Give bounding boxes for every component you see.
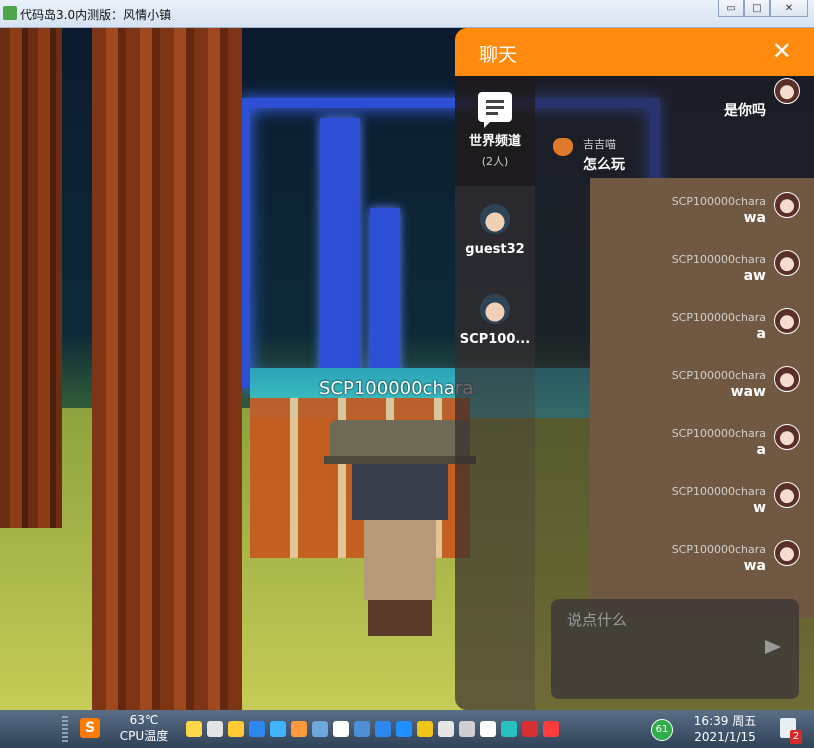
- message-text: 是你吗: [724, 103, 766, 119]
- minimize-button[interactable]: ▭: [718, 0, 744, 17]
- close-window-button[interactable]: ✕: [770, 0, 808, 17]
- window-controls: ▭ □ ✕: [718, 0, 808, 17]
- channel-name: guest32: [465, 242, 525, 257]
- tray-app-icon[interactable]: [354, 721, 370, 737]
- message-sender: SCP100000chara: [671, 485, 766, 498]
- chat-message-incoming: 吉吉喵 怎么玩: [553, 136, 625, 174]
- tree-trunk-center: [92, 28, 242, 710]
- message-sender: SCP100000chara: [671, 369, 766, 382]
- tray-app-icon[interactable]: [522, 721, 538, 737]
- tray-app-icon[interactable]: [207, 721, 223, 737]
- notification-count: 2: [790, 730, 802, 744]
- cage-pillar: [320, 118, 360, 388]
- message-text: waw: [730, 384, 766, 400]
- maximize-button[interactable]: □: [744, 0, 770, 17]
- message-avatar: [774, 424, 800, 450]
- fox-avatar-icon: [553, 138, 573, 156]
- message-sender: SCP100000chara: [671, 543, 766, 556]
- system-tray: [186, 721, 559, 737]
- chat-header: 聊天 ✕: [455, 28, 814, 76]
- chat-message: SCP100000chara a: [672, 427, 766, 458]
- chat-message: SCP100000chara wa: [672, 543, 766, 574]
- window-titlebar: 代码岛3.0内测版：风情小镇 ▭ □ ✕: [0, 0, 814, 28]
- message-text: w: [753, 500, 766, 516]
- player-character[interactable]: [324, 420, 476, 640]
- send-icon[interactable]: [765, 640, 781, 654]
- cpu-temp-widget[interactable]: 63℃ CPU温度: [118, 712, 170, 744]
- message-sender: SCP100000chara: [671, 311, 766, 324]
- channel-name: 世界频道: [468, 134, 521, 149]
- tray-app-icon[interactable]: [312, 721, 328, 737]
- chat-message: SCP100000chara waw: [672, 369, 766, 400]
- tray-app-icon[interactable]: [417, 721, 433, 737]
- clock-date: 2021/1/15: [694, 730, 756, 744]
- channel-scp100[interactable]: SCP100...: [455, 294, 535, 347]
- chat-message: SCP100000chara wa: [672, 195, 766, 226]
- message-avatar: [774, 540, 800, 566]
- player-hat-brim: [324, 456, 476, 464]
- chat-close-button[interactable]: ✕: [772, 36, 792, 66]
- avatar-icon: [480, 204, 510, 234]
- chat-bubble-icon: [478, 92, 512, 128]
- message-sender: SCP100000chara: [671, 195, 766, 208]
- tray-app-icon[interactable]: [270, 721, 286, 737]
- chat-message: SCP100000chara w: [672, 485, 766, 516]
- taskbar-grip[interactable]: [62, 716, 68, 742]
- message-sender: 吉吉喵: [583, 138, 616, 151]
- tree-trunk-left: [0, 28, 62, 528]
- message-avatar: [774, 308, 800, 334]
- chat-message: 是你吗: [724, 98, 766, 120]
- app-icon: [3, 6, 17, 20]
- player-head: [352, 464, 448, 520]
- security-badge-icon[interactable]: 61: [651, 719, 673, 741]
- avatar-icon: [480, 294, 510, 324]
- clock[interactable]: 16:39 周五 2021/1/15: [690, 713, 760, 745]
- tray-app-icon[interactable]: [396, 721, 412, 737]
- tray-app-icon[interactable]: [249, 721, 265, 737]
- message-avatar: [774, 192, 800, 218]
- message-text: 怎么玩: [583, 157, 625, 173]
- message-avatar: [774, 250, 800, 276]
- cpu-temp-value: 63℃: [129, 713, 159, 727]
- message-avatar: [774, 78, 800, 104]
- message-avatar: [774, 366, 800, 392]
- tray-app-icon[interactable]: [501, 721, 517, 737]
- message-text: wa: [743, 558, 766, 574]
- channel-name: SCP100...: [459, 332, 531, 347]
- tray-app-icon[interactable]: [375, 721, 391, 737]
- player-name-tag: SCP100000chara: [319, 378, 474, 399]
- player-hat: [330, 420, 470, 460]
- message-sender: SCP100000chara: [671, 427, 766, 440]
- chat-message: SCP100000chara aw: [672, 253, 766, 284]
- channel-count: (2人): [481, 155, 509, 168]
- window-title: 代码岛3.0内测版：风情小镇: [20, 8, 172, 22]
- clock-time: 16:39 周五: [693, 714, 757, 728]
- tray-app-icon[interactable]: [291, 721, 307, 737]
- sogou-icon[interactable]: S: [80, 718, 100, 738]
- tray-app-icon[interactable]: [543, 721, 559, 737]
- chat-message: SCP100000chara a: [672, 311, 766, 342]
- tray-app-icon[interactable]: [459, 721, 475, 737]
- chat-input[interactable]: [551, 599, 799, 699]
- message-sender: SCP100000chara: [671, 253, 766, 266]
- message-text: a: [756, 326, 766, 342]
- channel-guest32[interactable]: guest32: [455, 204, 535, 257]
- player-torso: [364, 520, 436, 600]
- tray-app-icon[interactable]: [438, 721, 454, 737]
- message-text: wa: [743, 210, 766, 226]
- tray-app-icon[interactable]: [333, 721, 349, 737]
- chat-panel: 聊天 ✕ 世界频道 (2人) guest32 SCP100... 是你吗 吉吉喵…: [455, 28, 814, 710]
- message-avatar: [774, 482, 800, 508]
- taskbar: S 63℃ CPU温度 61 16:39 周五 2021/1/15 2: [0, 710, 814, 748]
- cpu-temp-label: CPU温度: [119, 729, 169, 743]
- player-legs: [368, 600, 432, 636]
- chat-title: 聊天: [479, 44, 518, 66]
- message-text: aw: [743, 268, 766, 284]
- tray-app-icon[interactable]: [186, 721, 202, 737]
- tray-app-icon[interactable]: [480, 721, 496, 737]
- tray-app-icon[interactable]: [228, 721, 244, 737]
- message-text: a: [756, 442, 766, 458]
- channel-world[interactable]: 世界频道 (2人): [455, 92, 535, 169]
- cage-pillar: [370, 208, 400, 388]
